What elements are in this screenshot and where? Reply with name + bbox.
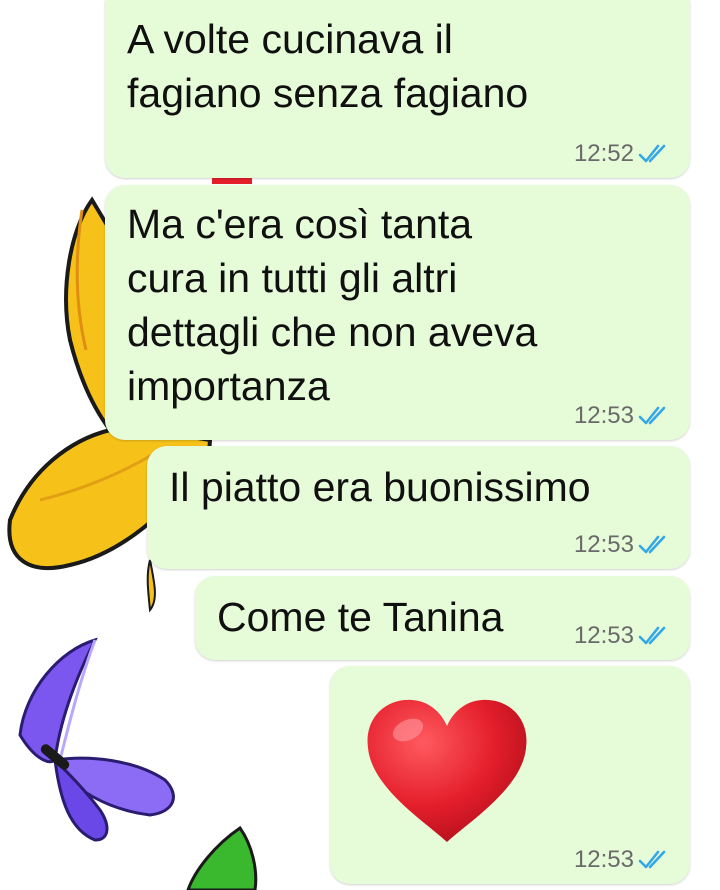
purple-butterfly-icon <box>18 637 175 842</box>
message-bubble[interactable]: 12:53 <box>330 666 690 884</box>
double-check-read-icon <box>638 406 666 425</box>
heart-icon <box>367 699 527 842</box>
message-meta: 12:53 <box>574 402 672 430</box>
message-meta: 12:52 <box>574 140 672 168</box>
message-meta: 12:53 <box>574 846 672 874</box>
message-time: 12:52 <box>573 140 634 167</box>
message-time: 12:53 <box>573 622 634 649</box>
green-butterfly-wing-icon <box>186 825 258 890</box>
double-check-read-icon <box>638 535 666 554</box>
message-meta: 12:53 <box>574 622 672 650</box>
message-text: A volte cucinava il fagiano senza fagian… <box>127 16 529 116</box>
message-text: Ma c'era così tanta cura in tutti gli al… <box>127 201 538 409</box>
message-time: 12:53 <box>573 402 634 429</box>
message-time: 12:53 <box>573 846 634 873</box>
message-meta: 12:53 <box>574 531 672 559</box>
double-check-read-icon <box>638 626 666 645</box>
message-text: Come te Tanina <box>217 594 504 640</box>
double-check-read-icon <box>638 850 666 869</box>
message-bubble[interactable]: Come te Tanina 12:53 <box>195 576 690 660</box>
message-text: Il piatto era buonissimo <box>169 464 591 510</box>
message-time: 12:53 <box>573 531 634 558</box>
double-check-read-icon <box>638 144 666 163</box>
message-bubble[interactable]: A volte cucinava il fagiano senza fagian… <box>105 0 690 178</box>
message-bubble[interactable]: Il piatto era buonissimo 12:53 <box>147 446 690 569</box>
message-bubble[interactable]: Ma c'era così tanta cura in tutti gli al… <box>105 185 690 440</box>
